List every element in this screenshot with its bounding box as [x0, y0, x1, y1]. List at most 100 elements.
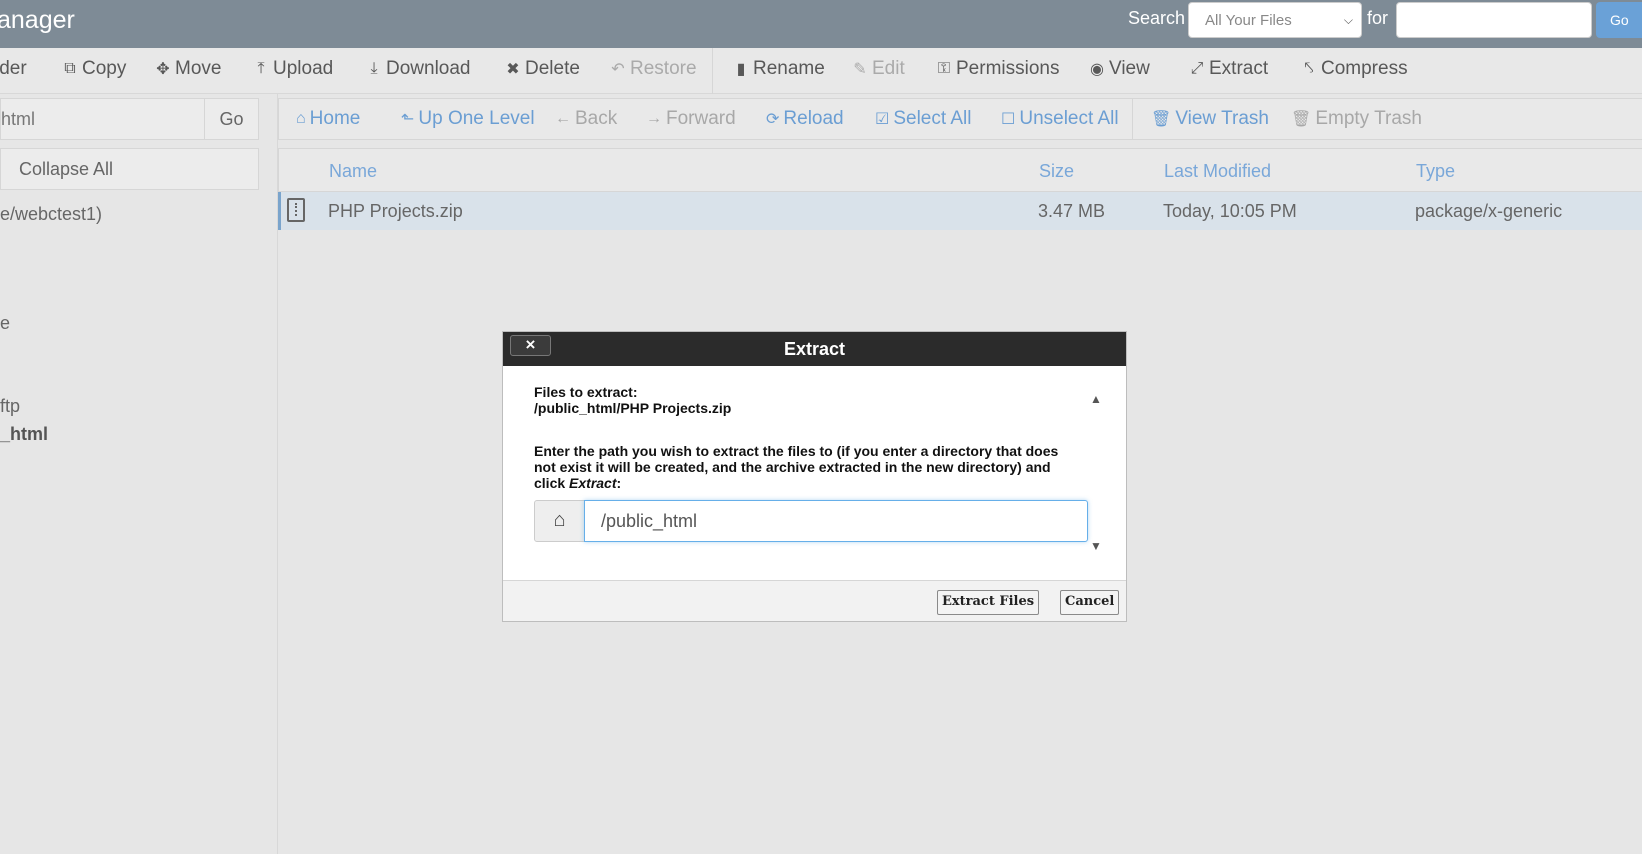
file-table-header: Name Size Last Modified Type	[278, 148, 1642, 192]
directory-path-input[interactable]: html	[0, 98, 205, 140]
collapse-all-button[interactable]: Collapse All	[0, 148, 259, 190]
file-type: package/x-generic	[1415, 201, 1563, 221]
permissions-label: Permissions	[956, 58, 1060, 79]
column-header-type[interactable]: Type	[1416, 161, 1455, 182]
header-bar: anager Search All Your Files ⌵ for Go	[0, 0, 1642, 48]
rename-button[interactable]: ▮ Rename	[733, 58, 825, 80]
edit-icon: ✎	[853, 61, 867, 78]
rename-label: Rename	[753, 58, 825, 79]
unselect-all-label: Unselect All	[1019, 108, 1119, 129]
compress-button[interactable]: ⤣ Compress	[1301, 58, 1408, 80]
trash-icon: 🗑	[1291, 111, 1312, 128]
download-icon: ⤓	[370, 60, 378, 77]
extract-files-button[interactable]: Extract Files	[937, 590, 1040, 615]
edit-button[interactable]: ✎ Edit	[852, 58, 905, 80]
extract-dialog: × Extract Files to extract: /public_html…	[502, 331, 1127, 622]
extract-label: Extract	[1209, 58, 1269, 79]
files-to-extract-label: Files to extract:	[534, 384, 638, 400]
delete-button[interactable]: ✖ Delete	[505, 58, 580, 80]
rename-icon: ▮	[736, 61, 746, 78]
new-folder-label: lder	[0, 58, 27, 79]
close-icon[interactable]: ×	[510, 335, 551, 356]
extract-path-group: ⌂	[534, 500, 1088, 542]
column-header-name[interactable]: Name	[329, 161, 377, 182]
extract-button[interactable]: ⤢ Extract	[1189, 58, 1269, 80]
select-all-label: Select All	[893, 108, 972, 129]
unselect-all-button[interactable]: ☐ Unselect All	[1001, 108, 1119, 130]
toolbar: lder ⧉ Copy ✥ Move ⤒ Upload ⤓ Download ✖ Dele…	[0, 48, 1642, 94]
files-to-extract-path: /public_html/PHP Projects.zip	[534, 400, 732, 416]
empty-trash-button[interactable]: 🗑 Empty Trash	[1291, 108, 1422, 130]
key-icon: ⚿	[937, 60, 951, 77]
for-label: for	[1367, 8, 1389, 28]
navigation-bar: ⌂ Home ⬑ Up One Level ← Back → Forward ⟳ Relo…	[278, 98, 1642, 140]
empty-trash-label: Empty Trash	[1315, 108, 1422, 129]
home-icon: ⌂	[534, 500, 585, 542]
search-label: Search	[1128, 8, 1186, 28]
up-one-level-label: Up One Level	[418, 108, 535, 129]
view-trash-label: View Trash	[1175, 108, 1269, 129]
home-label: Home	[309, 108, 361, 129]
upload-icon: ⤒	[257, 60, 265, 77]
instruction-emphasis: Extract	[569, 475, 617, 491]
restore-icon: ↶	[611, 61, 625, 78]
restore-button[interactable]: ↶ Restore	[610, 58, 697, 80]
column-header-size[interactable]: Size	[1039, 161, 1074, 182]
move-button[interactable]: ✥ Move	[155, 58, 221, 80]
search-scope-value: All Your Files	[1205, 12, 1292, 29]
checkbox-empty-icon: ☐	[1001, 111, 1016, 128]
view-button[interactable]: ◉ View	[1089, 58, 1150, 80]
edit-label: Edit	[872, 58, 905, 79]
checkbox-checked-icon: ☑	[875, 111, 890, 128]
view-trash-button[interactable]: 🗑 View Trash	[1151, 108, 1269, 130]
file-modified: Today, 10:05 PM	[1163, 201, 1297, 221]
column-header-last-modified[interactable]: Last Modified	[1164, 161, 1271, 182]
extract-path-input[interactable]	[584, 500, 1088, 542]
app-title: anager	[0, 6, 75, 34]
trash-icon: 🗑	[1151, 111, 1172, 128]
compress-icon: ⤣	[1304, 60, 1314, 77]
cancel-button[interactable]: Cancel	[1060, 590, 1120, 615]
copy-button[interactable]: ⧉ Copy	[62, 58, 126, 80]
tree-item-home[interactable]: e/webctest1)	[0, 204, 102, 225]
forward-arrow-icon: →	[646, 110, 662, 127]
upload-label: Upload	[273, 58, 334, 79]
directory-go-button[interactable]: Go	[204, 98, 259, 140]
toolbar-divider	[712, 48, 713, 94]
search-scope-select[interactable]: All Your Files ⌵	[1188, 2, 1362, 38]
view-label: View	[1109, 58, 1150, 79]
search-input[interactable]	[1396, 2, 1592, 38]
back-button[interactable]: ← Back	[555, 108, 617, 130]
extract-icon: ⤢	[1190, 60, 1204, 77]
restore-label: Restore	[630, 58, 697, 79]
table-row[interactable]: PHP Projects.zip 3.47 MB Today, 10:05 PM…	[278, 192, 1642, 230]
up-one-level-button[interactable]: ⬑ Up One Level	[401, 108, 535, 130]
compress-label: Compress	[1321, 58, 1408, 79]
home-nav-button[interactable]: ⌂ Home	[296, 108, 360, 130]
tree-item-public-html[interactable]: _html	[0, 424, 48, 445]
home-icon: ⌂	[296, 110, 306, 127]
search-go-button[interactable]: Go	[1596, 2, 1642, 38]
new-folder-button[interactable]: lder	[0, 58, 27, 80]
tree-item-ftp[interactable]: ftp	[0, 396, 20, 417]
forward-button[interactable]: → Forward	[646, 108, 736, 130]
dialog-footer: Extract Files Cancel	[503, 580, 1126, 621]
select-all-button[interactable]: ☑ Select All	[875, 108, 972, 130]
reload-icon: ⟳	[766, 111, 780, 128]
zip-file-icon	[287, 198, 305, 222]
delete-label: Delete	[525, 58, 580, 79]
reload-button[interactable]: ⟳ Reload	[766, 108, 844, 130]
scroll-up-icon[interactable]: ▲	[1090, 392, 1102, 406]
upload-button[interactable]: ⤒ Upload	[253, 58, 333, 80]
dialog-title: Extract	[783, 339, 846, 359]
scroll-down-icon[interactable]: ▼	[1090, 539, 1102, 553]
delete-icon: ✖	[506, 61, 520, 78]
permissions-button[interactable]: ⚿ Permissions	[936, 58, 1060, 80]
copy-icon: ⧉	[64, 60, 76, 77]
back-arrow-icon: ←	[555, 110, 571, 127]
download-button[interactable]: ⤓ Download	[366, 58, 470, 80]
forward-label: Forward	[666, 108, 736, 129]
file-size: 3.47 MB	[1038, 201, 1106, 221]
tree-item[interactable]: e	[0, 313, 10, 334]
extract-instructions: Enter the path you wish to extract the f…	[534, 443, 1074, 491]
